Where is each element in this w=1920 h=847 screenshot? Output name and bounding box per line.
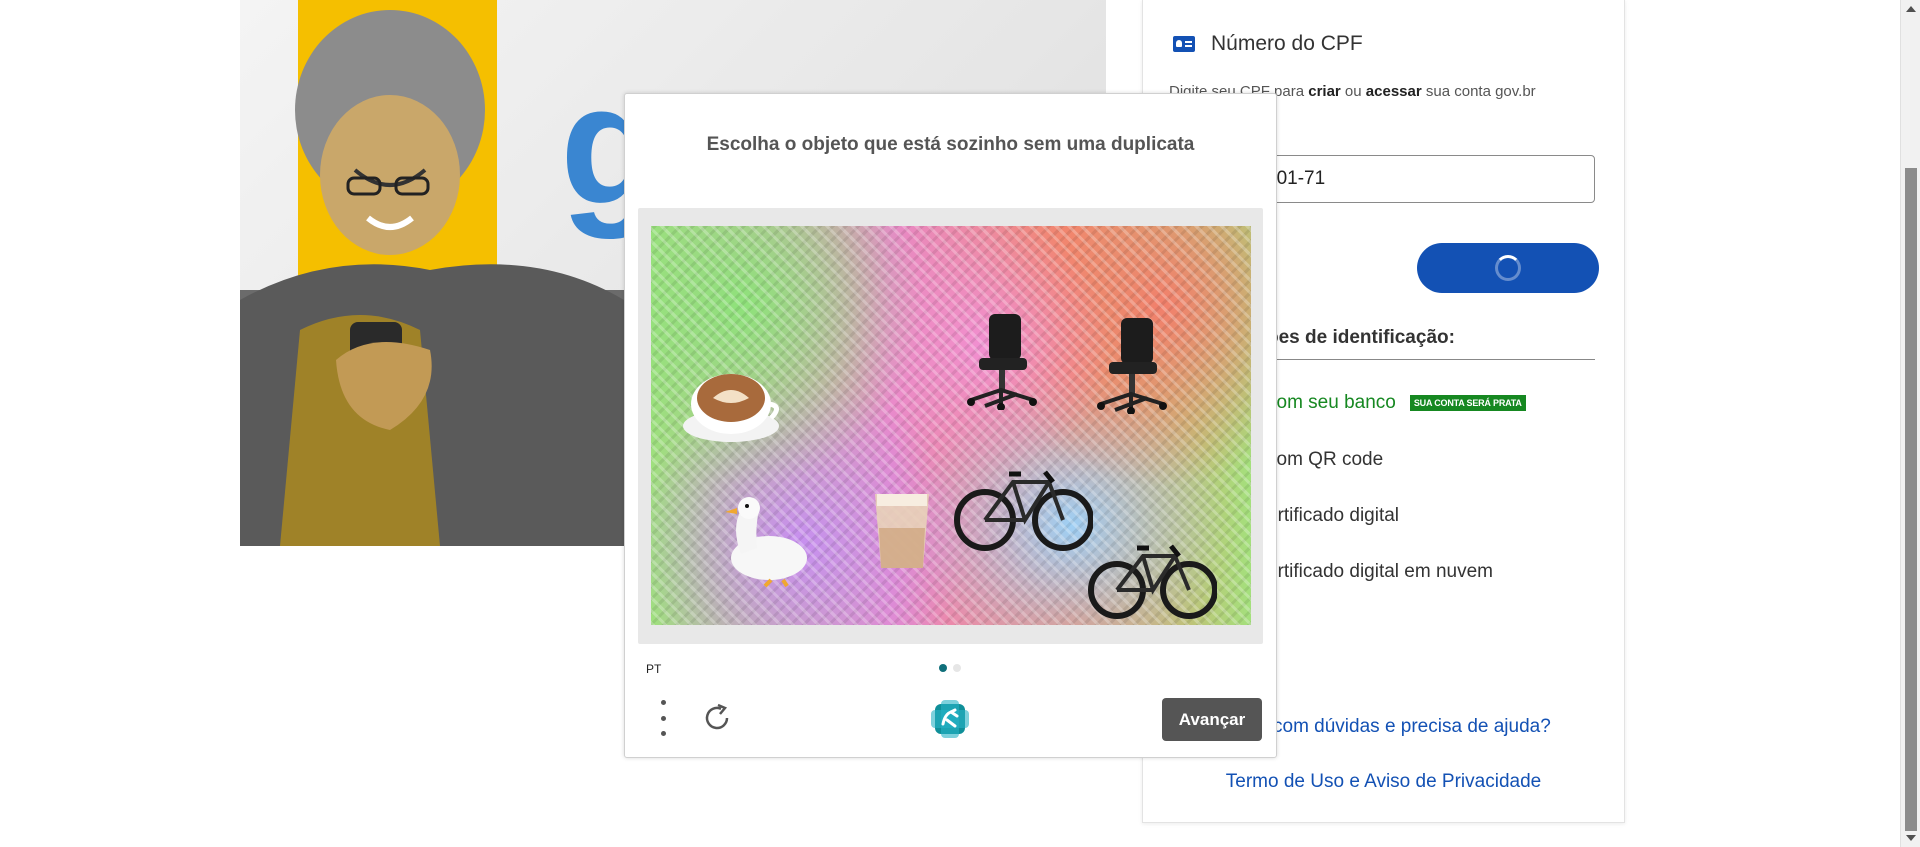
page-dot bbox=[953, 664, 961, 672]
more-options-button[interactable] bbox=[657, 700, 669, 736]
login-option-cloud-certificate-label: ertificado digital em nuvem bbox=[1267, 561, 1493, 582]
captcha-prompt: Escolha o objeto que está sozinho sem um… bbox=[706, 134, 1195, 155]
office-chair-object[interactable] bbox=[961, 310, 1041, 410]
cpf-help-acessar: acessar bbox=[1365, 83, 1422, 100]
help-link-text: com dúvidas e precisa de ajuda? bbox=[1273, 716, 1551, 737]
bicycle-object[interactable] bbox=[953, 454, 1093, 554]
cpf-help-middle: ou bbox=[1340, 83, 1366, 100]
duck-object[interactable] bbox=[711, 488, 811, 588]
scroll-up-arrow-icon[interactable] bbox=[1906, 6, 1916, 12]
hcaptcha-logo-icon bbox=[931, 700, 969, 738]
id-card-icon bbox=[1173, 36, 1195, 52]
page-scrollbar[interactable] bbox=[1900, 0, 1920, 847]
captcha-modal: Escolha o objeto que está sozinho sem um… bbox=[624, 93, 1277, 758]
cpf-title: Número do CPF bbox=[1173, 32, 1363, 56]
challenge-image[interactable] bbox=[651, 226, 1251, 625]
login-option-bank-label: com seu banco bbox=[1267, 392, 1396, 413]
prata-badge: SUA CONTA SERÁ PRATA bbox=[1409, 395, 1526, 411]
latte-glass-object[interactable] bbox=[867, 488, 937, 572]
page-dot-active bbox=[939, 664, 947, 672]
language-selector[interactable]: PT bbox=[646, 662, 661, 676]
challenge-frame bbox=[638, 208, 1263, 644]
refresh-icon[interactable] bbox=[701, 702, 733, 734]
continue-button[interactable] bbox=[1417, 243, 1599, 293]
cpf-title-text: Número do CPF bbox=[1211, 32, 1363, 55]
other-options-title-text: ões de identificação: bbox=[1267, 327, 1455, 348]
cpf-help-criar: criar bbox=[1308, 83, 1341, 100]
loading-spinner-icon bbox=[1495, 255, 1521, 281]
advance-button[interactable]: Avançar bbox=[1162, 698, 1262, 741]
login-option-certificate-label: ertificado digital bbox=[1267, 505, 1400, 526]
menu-dot-icon bbox=[660, 731, 666, 736]
cpf-help-suffix: sua conta gov.br bbox=[1421, 83, 1536, 100]
terms-link[interactable]: Termo de Uso e Aviso de Privacidade bbox=[1143, 771, 1624, 793]
office-chair-object[interactable] bbox=[1091, 314, 1171, 414]
menu-dot-icon bbox=[660, 715, 666, 721]
coffee-cup-object[interactable] bbox=[683, 364, 783, 446]
bicycle-object[interactable] bbox=[1087, 530, 1217, 622]
menu-dot-icon bbox=[660, 700, 666, 705]
page-indicator bbox=[939, 664, 961, 672]
login-option-qr-label: com QR code bbox=[1267, 449, 1384, 470]
scroll-down-arrow-icon[interactable] bbox=[1906, 835, 1916, 841]
scrollbar-thumb[interactable] bbox=[1905, 168, 1917, 831]
